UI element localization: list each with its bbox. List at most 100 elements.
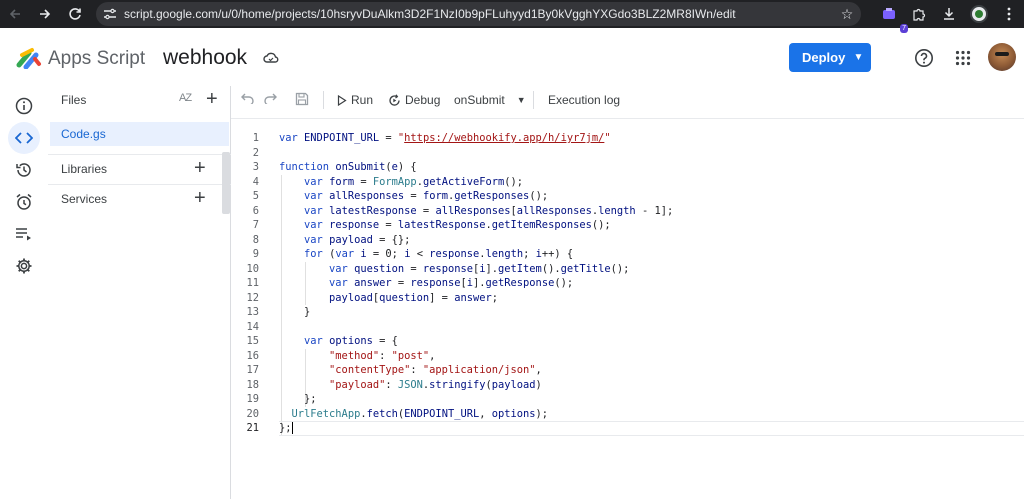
code-line[interactable]: 5 var allResponses = form.getResponses()… [231,189,1024,204]
code-line[interactable]: 21}; [231,421,1024,436]
more-menu-icon[interactable] [994,0,1024,28]
code-line[interactable]: 11 var answer = response[i].getResponse(… [231,276,1024,291]
files-panel-scrollbar[interactable] [222,152,230,214]
code-text[interactable]: "method": "post", [279,349,435,364]
line-number: 8 [252,233,259,246]
project-title[interactable]: webhook [163,46,247,70]
execution-log-label: Execution log [548,93,621,107]
code-line[interactable]: 14 [231,320,1024,335]
app-name[interactable]: Apps Script [48,48,145,70]
redo-icon[interactable] [263,92,277,107]
code-text[interactable]: "contentType": "application/json", [279,363,542,378]
execution-log-button[interactable]: Execution log [548,93,620,107]
code-line[interactable]: 15 var options = { [231,334,1024,349]
bookmark-star-icon[interactable]: ☆ [833,6,861,23]
divider [231,118,1024,119]
code-line[interactable]: 8 var payload = {}; [231,233,1024,248]
executions-list-icon[interactable] [8,218,40,250]
user-avatar[interactable] [988,43,1016,71]
line-number: 1 [252,132,259,144]
save-icon[interactable] [295,92,309,109]
divider [533,91,534,109]
run-button[interactable]: Run [337,93,373,107]
code-line[interactable]: 20 UrlFetchApp.fetch(ENDPOINT_URL, optio… [231,407,1024,422]
code-text[interactable]: var payload = {}; [279,233,410,248]
libraries-label[interactable]: Libraries [61,162,107,176]
google-apps-grid-icon[interactable] [955,50,971,66]
code-editor[interactable]: 1 var ENDPOINT_URL = "https://webhookify.… [231,131,1024,441]
apps-script-logo-icon[interactable] [16,47,42,69]
code-text[interactable]: var allResponses = form.getResponses(); [279,189,548,204]
browser-toolbar: script.google.com/u/0/home/projects/10hs… [0,0,1024,33]
code-line[interactable]: 2 [231,146,1024,161]
code-text[interactable]: UrlFetchApp.fetch(ENDPOINT_URL, options)… [279,407,549,422]
extension-icon[interactable]: 7 [874,0,908,33]
code-text[interactable]: var question = response[i].getItem().get… [279,262,629,277]
code-text[interactable]: } [279,305,310,320]
code-line[interactable]: 10 var question = response[i].getItem().… [231,262,1024,277]
profile-avatar[interactable] [964,0,994,28]
address-bar[interactable]: script.google.com/u/0/home/projects/10hs… [96,2,861,26]
code-text[interactable]: }; [279,392,317,407]
code-text[interactable]: var answer = response[i].getResponse(); [279,276,573,291]
code-line[interactable]: 4 var form = FormApp.getActiveForm(); [231,175,1024,190]
code-line[interactable]: 9 for (var i = 0; i < response.length; i… [231,247,1024,262]
code-line[interactable]: 19 }; [231,392,1024,407]
line-number: 2 [252,146,259,159]
forward-arrow-icon[interactable] [30,0,60,28]
triggers-alarm-icon[interactable] [8,186,40,218]
settings-gear-icon[interactable] [8,250,40,282]
code-line[interactable]: 12 payload[question] = answer; [231,291,1024,306]
undo-icon[interactable] [241,92,255,107]
file-item-label: Code.gs [61,127,106,141]
code-text[interactable]: var latestResponse = allResponses[allRes… [279,204,673,219]
reload-icon[interactable] [60,0,90,28]
line-number: 20 [246,407,259,420]
download-icon[interactable] [934,0,964,28]
add-service-plus-icon[interactable]: + [194,188,206,208]
files-panel: Files AZ + Code.gs Libraries + Services … [48,86,231,499]
code-text[interactable]: var response = latestResponse.getItemRes… [279,218,611,233]
code-line[interactable]: 7 var response = latestResponse.getItemR… [231,218,1024,233]
file-item-code-gs[interactable]: Code.gs [50,122,229,146]
code-text[interactable]: var options = { [279,334,398,349]
add-library-plus-icon[interactable]: + [194,158,206,178]
line-number: 12 [246,291,259,304]
code-line[interactable]: 6 var latestResponse = allResponses[allR… [231,204,1024,219]
line-number: 13 [246,306,259,318]
files-panel-header: Files AZ + [48,86,231,114]
code-line[interactable]: 13 } [231,305,1024,320]
code-line[interactable]: 16 "method": "post", [231,349,1024,364]
puzzle-extensions-icon[interactable] [904,0,934,28]
overview-info-icon[interactable] [8,90,40,122]
deploy-button-label: Deploy [802,50,846,65]
code-line[interactable]: 1 var ENDPOINT_URL = "https://webhookify.… [231,131,1024,146]
history-icon[interactable] [8,154,40,186]
services-label[interactable]: Services [61,192,107,206]
caret-down-icon[interactable]: ▼ [846,52,871,63]
editor-code-icon[interactable] [8,122,40,154]
code-text[interactable]: for (var i = 0; i < response.length; i++… [279,247,573,262]
help-icon[interactable] [914,48,934,68]
code-line[interactable]: 3 function onSubmit(e) { [231,160,1024,175]
site-info-icon[interactable] [96,8,124,20]
line-number: 9 [252,248,259,260]
editor-toolbar: Run Debug onSubmit ▼ Execution log [231,86,1024,114]
code-text[interactable]: function onSubmit(e) { [279,160,417,175]
code-text[interactable]: "payload": JSON.stringify(payload) [279,378,542,393]
sort-az-icon[interactable]: AZ [179,92,192,104]
code-line[interactable]: 17 "contentType": "application/json", [231,363,1024,378]
run-button-label: Run [351,93,374,107]
code-line[interactable]: 18 "payload": JSON.stringify(payload) [231,378,1024,393]
debug-button[interactable]: Debug [388,93,440,107]
back-arrow-icon[interactable] [0,0,30,28]
url-text[interactable]: script.google.com/u/0/home/projects/10hs… [124,7,833,21]
add-file-plus-icon[interactable]: + [206,89,218,109]
code-text[interactable]: var ENDPOINT_URL = "https://webhookify.a… [279,131,611,146]
function-select[interactable]: onSubmit ▼ [454,93,526,107]
code-text[interactable]: payload[question] = answer; [279,291,498,306]
line-number: 4 [252,175,259,188]
code-text[interactable]: }; [279,421,293,436]
code-text[interactable]: var form = FormApp.getActiveForm(); [279,175,523,190]
deploy-button[interactable]: Deploy ▼ [789,43,871,72]
